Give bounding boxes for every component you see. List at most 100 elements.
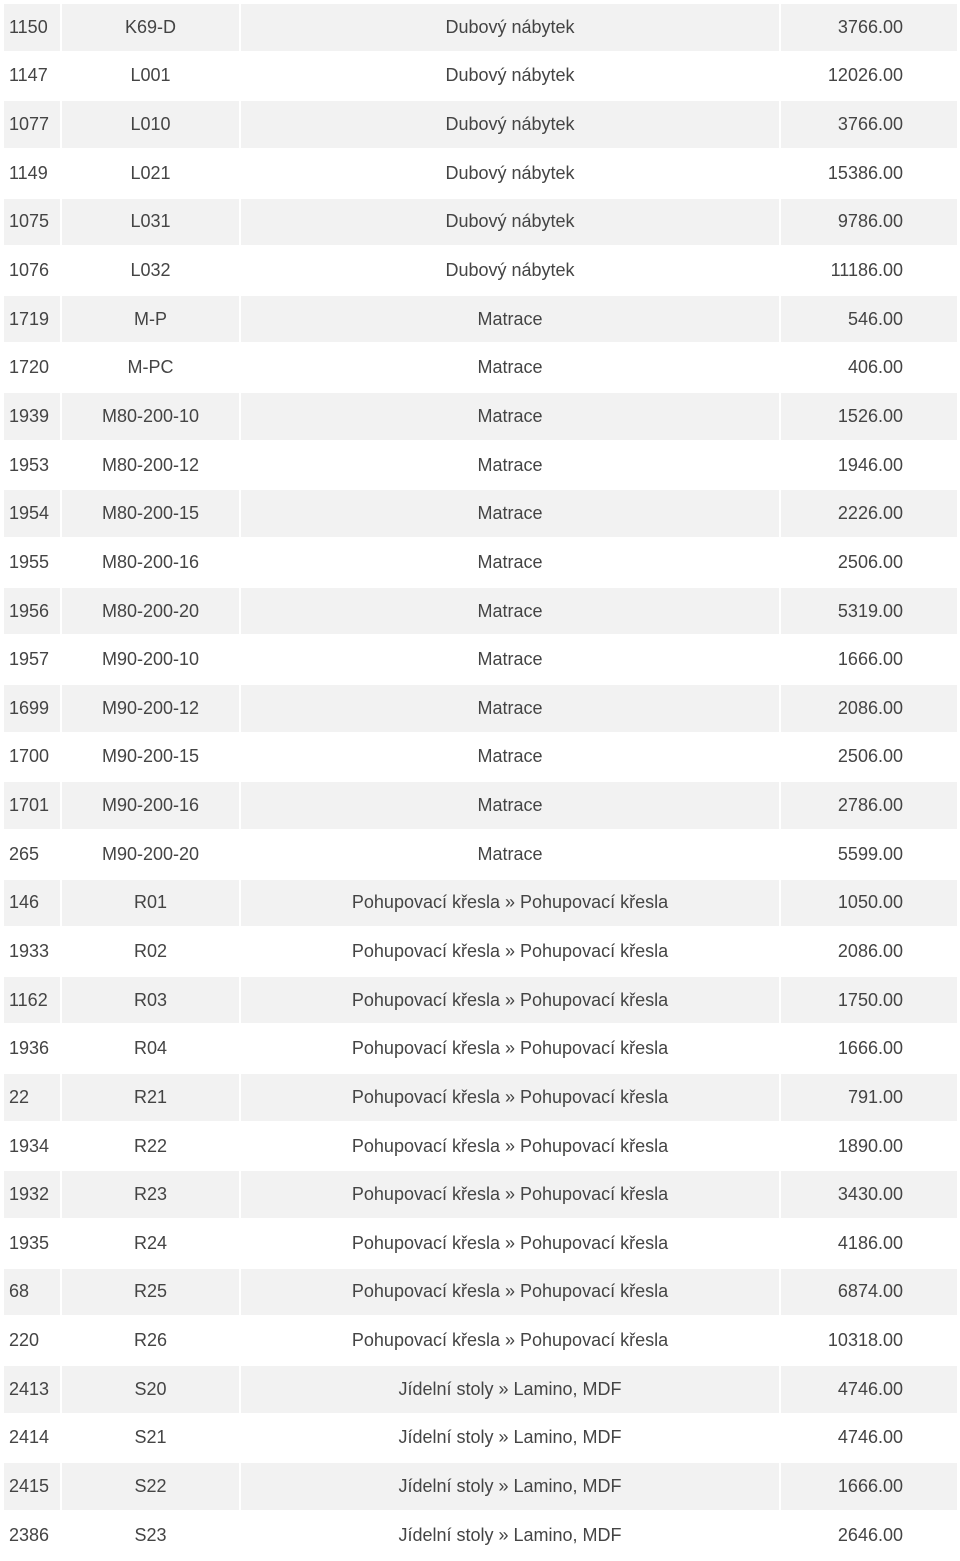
product-code-cell: M80-200-10 [62,393,239,440]
table-body: 1150 K69-D Dubový nábytek 3766.00 1147 L… [4,4,957,1559]
product-code-cell: M-P [62,295,239,343]
product-code-cell: R26 [62,1317,239,1364]
table-row: 1933 R02 Pohupovací křesla » Pohupovací … [4,928,957,975]
product-code-cell: K69-D [62,4,239,51]
price-cell: 1666.00 [781,636,957,683]
price-cell: 2646.00 [781,1511,957,1559]
table-row: 1934 R22 Pohupovací křesla » Pohupovací … [4,1122,957,1170]
table-row: 1075 L031 Dubový nábytek 9786.00 [4,198,957,246]
product-id-cell: 1954 [4,490,60,538]
category-cell: Pohupovací křesla » Pohupovací křesla [241,976,779,1024]
price-cell: 406.00 [781,344,957,392]
category-cell: Pohupovací křesla » Pohupovací křesla [241,879,779,927]
category-cell: Pohupovací křesla » Pohupovací křesla [241,1220,779,1267]
table-row: 1935 R24 Pohupovací křesla » Pohupovací … [4,1220,957,1267]
price-cell: 2086.00 [781,684,957,732]
price-cell: 2086.00 [781,928,957,975]
price-cell: 1526.00 [781,393,957,440]
category-cell: Dubový nábytek [241,52,779,100]
price-cell: 9786.00 [781,198,957,246]
product-code-cell: R03 [62,976,239,1024]
product-id-cell: 22 [4,1074,60,1121]
category-cell: Matrace [241,441,779,489]
category-cell: Matrace [241,587,779,635]
category-cell: Pohupovací křesla » Pohupovací křesla [241,1268,779,1316]
product-id-cell: 1933 [4,928,60,975]
product-id-cell: 2386 [4,1511,60,1559]
product-code-cell: S22 [62,1463,239,1510]
category-cell: Dubový nábytek [241,101,779,148]
product-id-cell: 1700 [4,733,60,781]
table-row: 1936 R04 Pohupovací křesla » Pohupovací … [4,1025,957,1073]
price-cell: 791.00 [781,1074,957,1121]
product-code-cell: M80-200-16 [62,539,239,586]
product-code-cell: M-PC [62,344,239,392]
category-cell: Pohupovací křesla » Pohupovací křesla [241,1171,779,1219]
product-id-cell: 1162 [4,976,60,1024]
table-row: 265 M90-200-20 Matrace 5599.00 [4,830,957,878]
category-cell: Matrace [241,539,779,586]
price-cell: 4746.00 [781,1365,957,1413]
product-code-cell: R23 [62,1171,239,1219]
category-cell: Matrace [241,344,779,392]
category-cell: Dubový nábytek [241,4,779,51]
category-cell: Pohupovací křesla » Pohupovací křesla [241,1317,779,1364]
price-cell: 4746.00 [781,1414,957,1462]
price-cell: 1666.00 [781,1463,957,1510]
product-code-cell: S20 [62,1365,239,1413]
table-row: 1147 L001 Dubový nábytek 12026.00 [4,52,957,100]
product-id-cell: 1939 [4,393,60,440]
product-code-cell: S21 [62,1414,239,1462]
product-id-cell: 1934 [4,1122,60,1170]
product-id-cell: 1699 [4,684,60,732]
price-cell: 2506.00 [781,733,957,781]
table-row: 1953 M80-200-12 Matrace 1946.00 [4,441,957,489]
price-cell: 1946.00 [781,441,957,489]
product-code-cell: R24 [62,1220,239,1267]
table-row: 22 R21 Pohupovací křesla » Pohupovací kř… [4,1074,957,1121]
table-row: 68 R25 Pohupovací křesla » Pohupovací kř… [4,1268,957,1316]
table-row: 1955 M80-200-16 Matrace 2506.00 [4,539,957,586]
category-cell: Matrace [241,393,779,440]
price-cell: 1666.00 [781,1025,957,1073]
product-id-cell: 146 [4,879,60,927]
product-code-cell: L001 [62,52,239,100]
product-id-cell: 1720 [4,344,60,392]
product-id-cell: 1150 [4,4,60,51]
table-row: 1932 R23 Pohupovací křesla » Pohupovací … [4,1171,957,1219]
product-id-cell: 2415 [4,1463,60,1510]
product-id-cell: 265 [4,830,60,878]
product-id-cell: 1075 [4,198,60,246]
price-cell: 546.00 [781,295,957,343]
product-id-cell: 1077 [4,101,60,148]
category-cell: Dubový nábytek [241,247,779,294]
category-cell: Jídelní stoly » Lamino, MDF [241,1511,779,1559]
product-id-cell: 1955 [4,539,60,586]
product-id-cell: 1936 [4,1025,60,1073]
table-row: 1077 L010 Dubový nábytek 3766.00 [4,101,957,148]
product-code-cell: M80-200-20 [62,587,239,635]
table-row: 1162 R03 Pohupovací křesla » Pohupovací … [4,976,957,1024]
category-cell: Pohupovací křesla » Pohupovací křesla [241,1025,779,1073]
product-code-cell: L010 [62,101,239,148]
product-code-cell: R21 [62,1074,239,1121]
category-cell: Matrace [241,830,779,878]
product-code-cell: L032 [62,247,239,294]
category-cell: Matrace [241,295,779,343]
product-id-cell: 2413 [4,1365,60,1413]
price-cell: 3766.00 [781,4,957,51]
table-row: 1150 K69-D Dubový nábytek 3766.00 [4,4,957,51]
product-code-cell: S23 [62,1511,239,1559]
product-id-cell: 68 [4,1268,60,1316]
product-id-cell: 1147 [4,52,60,100]
price-cell: 3430.00 [781,1171,957,1219]
product-id-cell: 220 [4,1317,60,1364]
table-row: 1956 M80-200-20 Matrace 5319.00 [4,587,957,635]
category-cell: Matrace [241,490,779,538]
price-cell: 1050.00 [781,879,957,927]
price-cell: 4186.00 [781,1220,957,1267]
price-cell: 12026.00 [781,52,957,100]
price-cell: 1890.00 [781,1122,957,1170]
price-cell: 2506.00 [781,539,957,586]
table-row: 1699 M90-200-12 Matrace 2086.00 [4,684,957,732]
